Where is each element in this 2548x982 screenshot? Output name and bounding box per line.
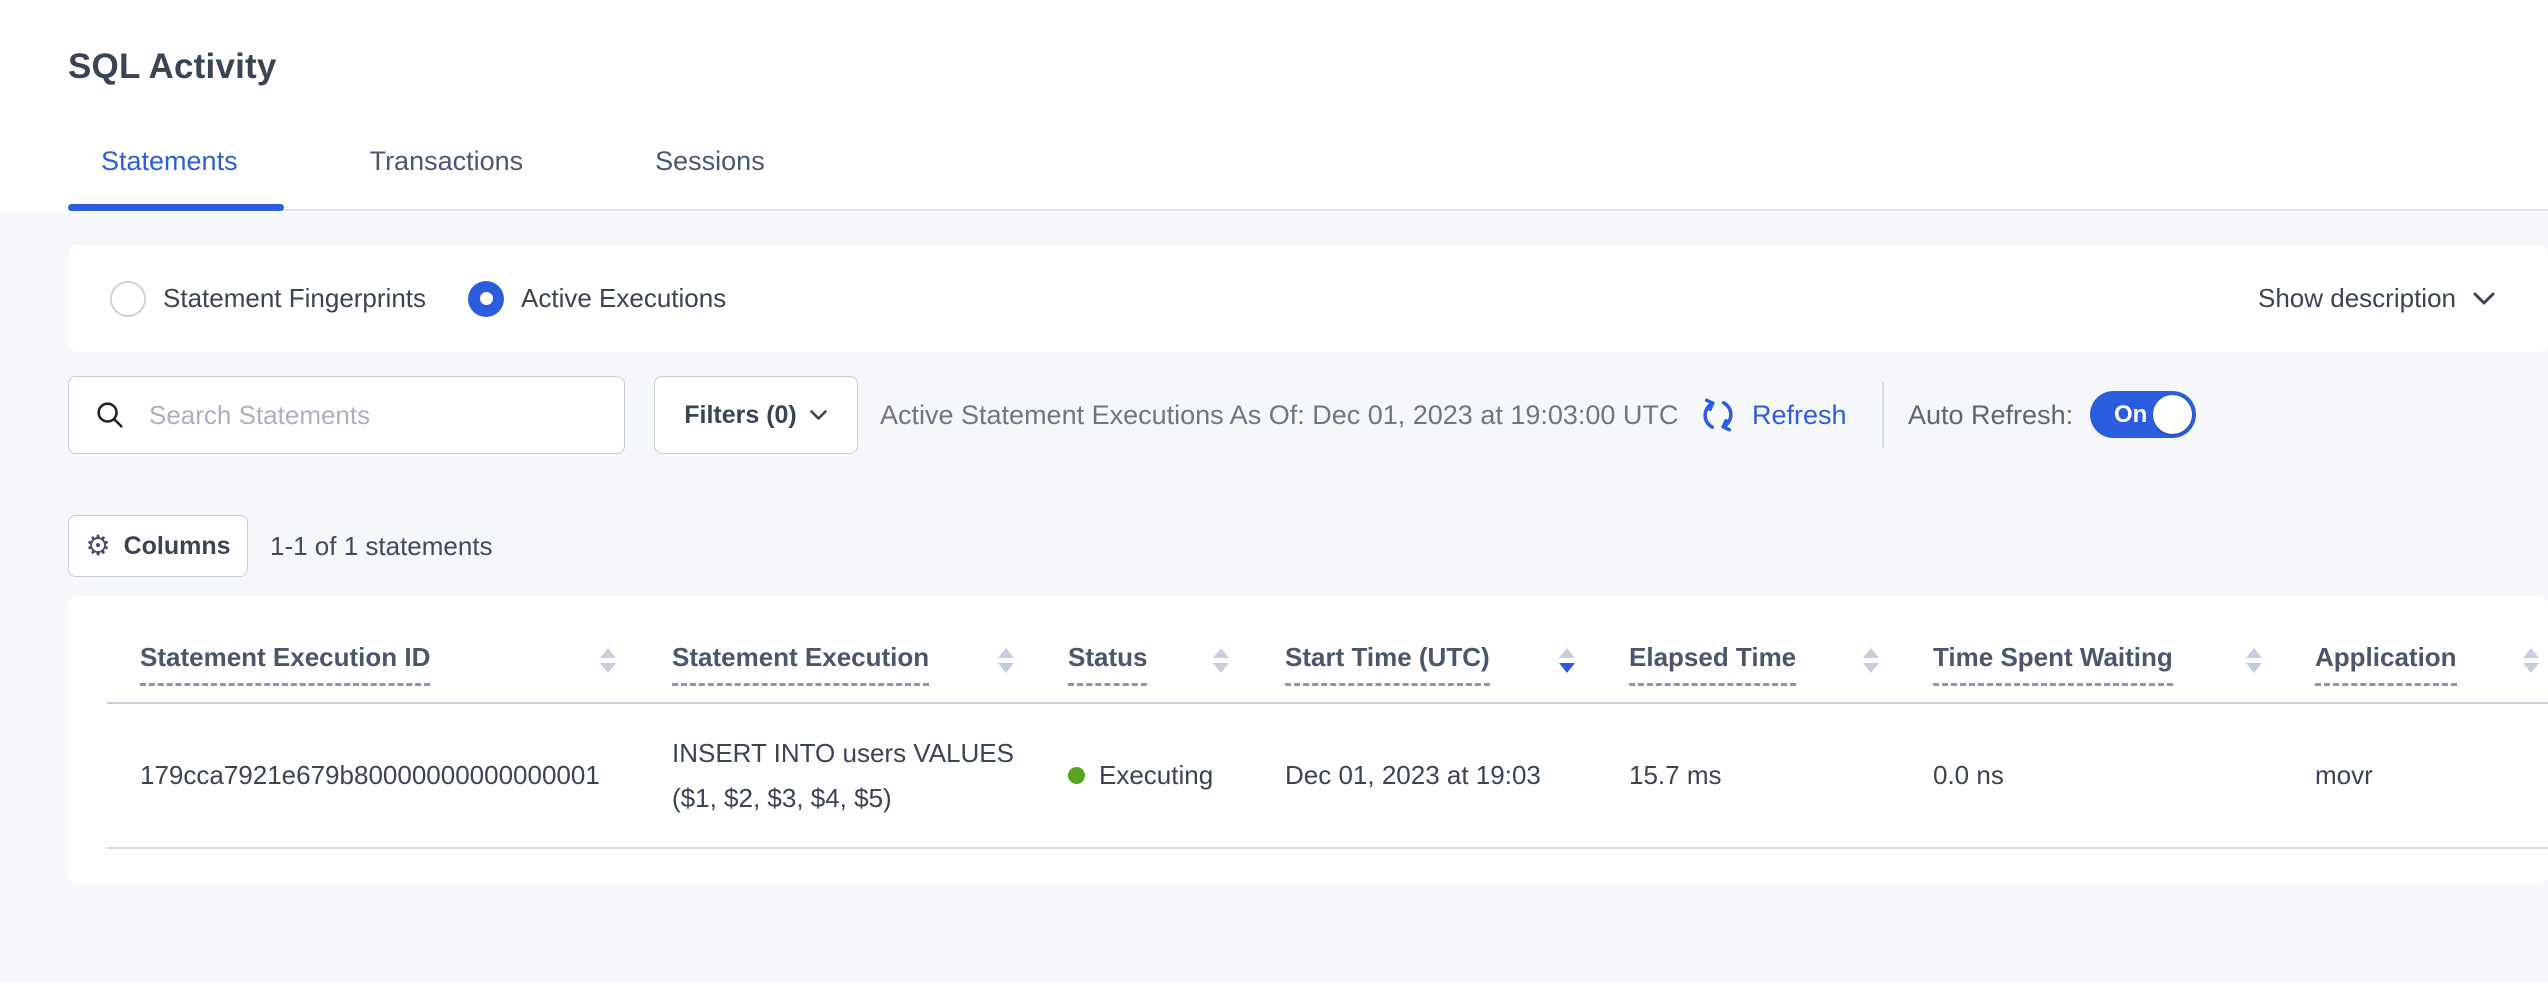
sort-icon[interactable] [2523,648,2539,673]
cell-start-time: Dec 01, 2023 at 19:03 [1285,704,1541,847]
radio-label: Statement Fingerprints [163,283,426,314]
sort-icon-active-desc[interactable] [1559,648,1575,673]
columns-button-label: Columns [124,532,231,561]
page-title: SQL Activity [68,47,277,87]
refresh-icon [1698,395,1738,435]
column-header-time-spent-waiting[interactable]: Time Spent Waiting [1933,642,2173,686]
radio-selected-icon [468,281,504,317]
show-description-toggle[interactable]: Show description [2258,245,2496,352]
radio-active-executions[interactable]: Active Executions [468,281,726,317]
cell-execution-id[interactable]: 179cca7921e679b80000000000000001 [140,704,600,847]
filters-button[interactable]: Filters (0) [654,376,858,454]
table-controls: ⚙ Columns 1-1 of 1 statements [68,515,2548,577]
cell-application: movr [2315,704,2373,847]
page-header: SQL Activity Statements Transactions Ses… [0,0,2548,212]
cell-status: Executing [1068,704,1213,847]
column-header-statement-execution-id[interactable]: Statement Execution ID [140,642,430,686]
toolbar: Filters (0) Active Statement Executions … [68,376,2548,454]
refresh-button[interactable]: Refresh [1698,376,1847,454]
sort-icon[interactable] [600,648,616,673]
show-description-label: Show description [2258,283,2456,314]
column-header-application[interactable]: Application [2315,642,2457,686]
cell-elapsed-time: 15.7 ms [1629,704,1722,847]
sort-icon[interactable] [1863,648,1879,673]
auto-refresh-label: Auto Refresh: [1908,376,2073,454]
cell-statement: INSERT INTO users VALUES ($1, $2, $3, $4… [672,704,1017,847]
tab-transactions[interactable]: Transactions [337,146,557,177]
chevron-down-icon [2472,291,2496,307]
toggle-knob [2153,395,2192,434]
active-tab-underline [68,204,284,211]
sort-icon[interactable] [1213,648,1229,673]
sort-icon[interactable] [998,648,1014,673]
tab-sessions[interactable]: Sessions [622,146,798,177]
status-dot-icon [1068,767,1085,784]
filters-label: Filters (0) [684,401,797,430]
as-of-text: Active Statement Executions As Of: Dec 0… [880,376,1678,454]
view-mode-card: Statement Fingerprints Active Executions… [68,245,2548,352]
radio-unselected-icon [110,281,146,317]
statements-table: Statement Execution ID Statement Executi… [68,596,2548,884]
tab-bar-divider [68,209,2548,211]
search-icon [93,398,127,432]
gear-icon: ⚙ [85,532,110,560]
chevron-down-icon [809,409,828,422]
auto-refresh-toggle[interactable]: On [2090,391,2196,438]
results-count: 1-1 of 1 statements [270,515,493,577]
tab-statements[interactable]: Statements [68,146,271,177]
table-row-divider [107,847,2548,849]
refresh-label: Refresh [1752,400,1847,431]
column-header-status[interactable]: Status [1068,642,1147,686]
tab-bar: Statements Transactions Sessions [68,146,798,177]
column-header-statement-execution[interactable]: Statement Execution [672,642,929,686]
radio-label: Active Executions [521,283,726,314]
radio-statement-fingerprints[interactable]: Statement Fingerprints [110,281,426,317]
sort-icon[interactable] [2246,648,2262,673]
toolbar-divider [1882,382,1884,448]
status-label: Executing [1099,760,1213,791]
search-input[interactable] [147,399,624,432]
sql-activity-page: SQL Activity Statements Transactions Ses… [0,0,2548,982]
column-header-elapsed-time[interactable]: Elapsed Time [1629,642,1796,686]
search-input-wrapper [68,376,625,454]
cell-time-spent-waiting: 0.0 ns [1933,704,2004,847]
columns-button[interactable]: ⚙ Columns [68,515,248,577]
toggle-state-label: On [2114,391,2147,438]
column-header-start-time[interactable]: Start Time (UTC) [1285,642,1490,686]
